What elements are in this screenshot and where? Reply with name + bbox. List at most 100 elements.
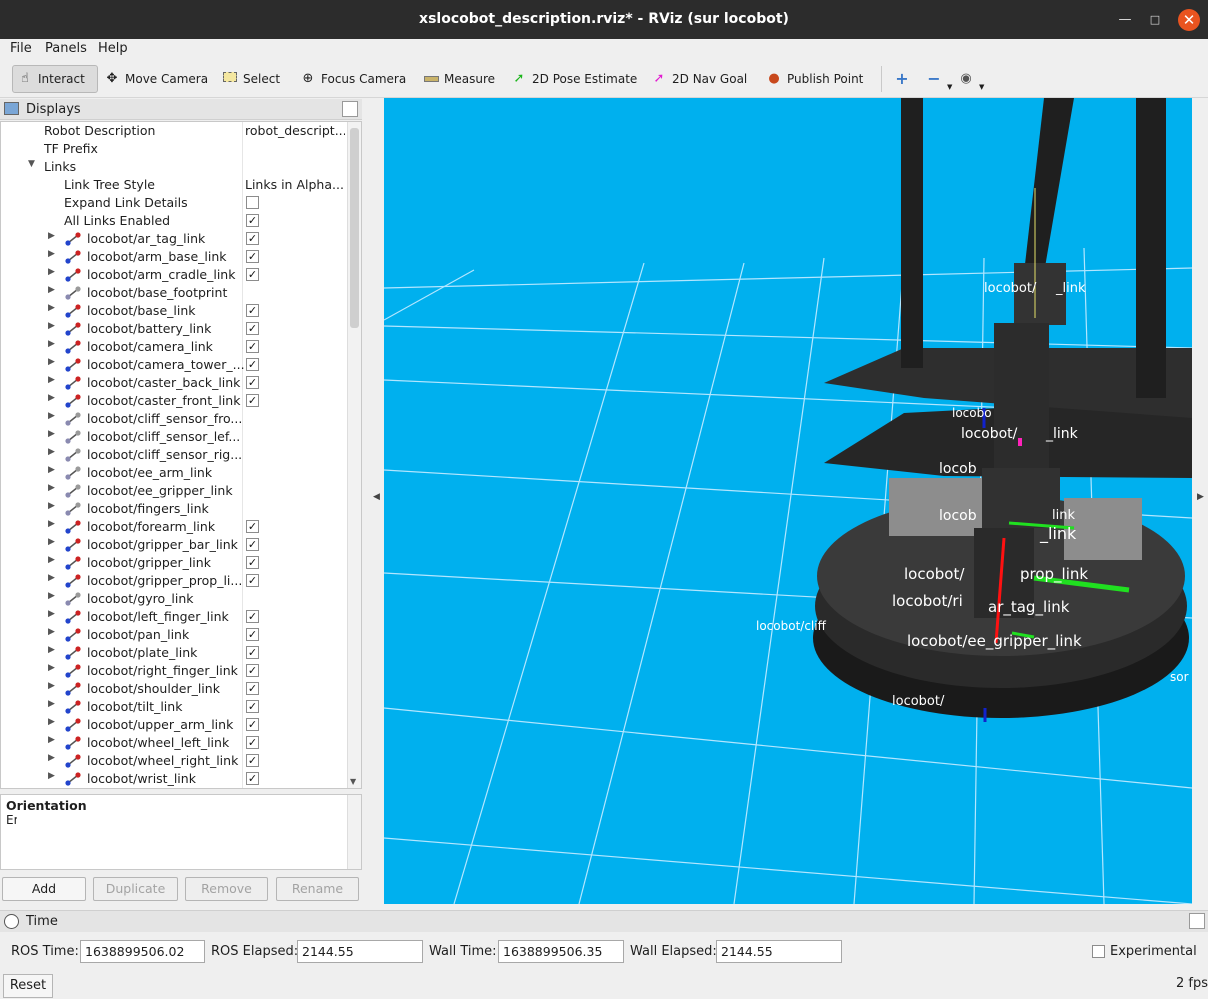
expand-arrow-icon[interactable]: ▶ (48, 267, 55, 277)
property-value[interactable]: Links in Alpha... (245, 177, 345, 192)
menu-file[interactable]: File (10, 41, 32, 56)
close-icon[interactable]: ✕ (1178, 9, 1200, 31)
expand-arrow-icon[interactable]: ▶ (48, 375, 55, 385)
expand-arrow-icon[interactable]: ▶ (48, 447, 55, 457)
property-row[interactable]: Expand Link Details (1, 194, 347, 212)
link-row[interactable]: ▶ locobot/camera_tower_... ✓ (1, 356, 347, 374)
expand-arrow-icon[interactable]: ▶ (48, 303, 55, 313)
select-tool[interactable]: Select (218, 65, 284, 93)
link-row[interactable]: ▶ locobot/caster_back_link ✓ (1, 374, 347, 392)
link-row[interactable]: ▶ locobot/arm_cradle_link ✓ (1, 266, 347, 284)
link-row[interactable]: ▶ locobot/base_link ✓ (1, 302, 347, 320)
link-row[interactable]: ▶ locobot/gyro_link (1, 590, 347, 608)
link-row[interactable]: ▶ locobot/gripper_prop_li... ✓ (1, 572, 347, 590)
link-row[interactable]: ▶ locobot/wheel_right_link ✓ (1, 752, 347, 770)
expand-arrow-icon[interactable]: ▶ (48, 735, 55, 745)
expand-arrow-icon[interactable]: ▶ (48, 573, 55, 583)
menu-help[interactable]: Help (98, 41, 128, 56)
link-enabled-checkbox[interactable]: ✓ (246, 520, 259, 533)
scrollbar-thumb[interactable] (350, 128, 359, 328)
link-enabled-checkbox[interactable]: ✓ (246, 232, 259, 245)
expand-arrow-icon[interactable]: ▶ (48, 609, 55, 619)
remove-tool-button[interactable]: − ▼ (922, 65, 956, 93)
expand-arrow-icon[interactable]: ▶ (48, 411, 55, 421)
move-camera-tool[interactable]: ✥ Move Camera (100, 65, 212, 93)
link-row[interactable]: ▶ locobot/arm_base_link ✓ (1, 248, 347, 266)
link-enabled-checkbox[interactable]: ✓ (246, 394, 259, 407)
expand-arrow-icon[interactable]: ▶ (48, 537, 55, 547)
link-row[interactable]: ▶ locobot/cliff_sensor_rig... (1, 446, 347, 464)
property-checkbox[interactable] (246, 196, 259, 209)
maximize-icon[interactable]: □ (1144, 9, 1166, 31)
link-row[interactable]: ▶ locobot/left_finger_link ✓ (1, 608, 347, 626)
expand-arrow-icon[interactable]: ▶ (48, 753, 55, 763)
link-row[interactable]: ▶ locobot/base_footprint (1, 284, 347, 302)
wall-time-field[interactable]: 1638899506.35 (498, 940, 624, 963)
expand-arrow-icon[interactable]: ▶ (48, 501, 55, 511)
expand-arrow-icon[interactable]: ▶ (48, 483, 55, 493)
views-button[interactable]: ◉ ▼ (954, 65, 988, 93)
description-scrollbar[interactable] (347, 795, 361, 869)
add-tool-button[interactable]: + (890, 65, 914, 93)
property-row[interactable]: All Links Enabled ✓ (1, 212, 347, 230)
link-row[interactable]: ▶ locobot/tilt_link ✓ (1, 698, 347, 716)
property-row[interactable]: ▼ Links (1, 158, 347, 176)
link-enabled-checkbox[interactable]: ✓ (246, 610, 259, 623)
wall-elapsed-field[interactable]: 2144.55 (716, 940, 842, 963)
property-row[interactable]: TF Prefix (1, 140, 347, 158)
ros-elapsed-field[interactable]: 2144.55 (297, 940, 423, 963)
expand-arrow-icon[interactable]: ▶ (48, 357, 55, 367)
render-viewport[interactable]: locobot/_link locobo locobot/_link locob lin… (384, 98, 1192, 904)
expand-arrow-icon[interactable]: ▶ (48, 339, 55, 349)
link-enabled-checkbox[interactable]: ✓ (246, 322, 259, 335)
measure-tool[interactable]: Measure (419, 65, 499, 93)
link-row[interactable]: ▶ locobot/shoulder_link ✓ (1, 680, 347, 698)
add-button[interactable]: Add (2, 877, 86, 901)
link-row[interactable]: ▶ locobot/upper_arm_link ✓ (1, 716, 347, 734)
link-row[interactable]: ▶ locobot/gripper_bar_link ✓ (1, 536, 347, 554)
property-row[interactable]: Robot Description robot_descript... (1, 122, 347, 140)
ros-time-field[interactable]: 1638899506.02 (80, 940, 205, 963)
menu-panels[interactable]: Panels (45, 41, 87, 56)
link-enabled-checkbox[interactable]: ✓ (246, 574, 259, 587)
expand-arrow-icon[interactable]: ▶ (48, 717, 55, 727)
publish-point-tool[interactable]: ● Publish Point (762, 65, 867, 93)
expand-arrow-icon[interactable]: ▶ (48, 591, 55, 601)
link-enabled-checkbox[interactable]: ✓ (246, 628, 259, 641)
link-enabled-checkbox[interactable]: ✓ (246, 754, 259, 767)
property-row[interactable]: Link Tree Style Links in Alpha... (1, 176, 347, 194)
expand-arrow-icon[interactable]: ▶ (48, 663, 55, 673)
link-row[interactable]: ▶ locobot/wheel_left_link ✓ (1, 734, 347, 752)
link-enabled-checkbox[interactable]: ✓ (246, 718, 259, 731)
link-enabled-checkbox[interactable]: ✓ (246, 556, 259, 569)
expand-arrow-icon[interactable]: ▶ (48, 285, 55, 295)
remove-button[interactable]: Remove (185, 877, 268, 901)
expand-arrow-icon[interactable]: ▶ (48, 429, 55, 439)
nav-goal-tool[interactable]: ➚ 2D Nav Goal (647, 65, 751, 93)
link-enabled-checkbox[interactable]: ✓ (246, 682, 259, 695)
link-enabled-checkbox[interactable]: ✓ (246, 646, 259, 659)
link-row[interactable]: ▶ locobot/caster_front_link ✓ (1, 392, 347, 410)
link-row[interactable]: ▶ locobot/ee_arm_link (1, 464, 347, 482)
link-row[interactable]: ▶ locobot/plate_link ✓ (1, 644, 347, 662)
link-row[interactable]: ▶ locobot/camera_link ✓ (1, 338, 347, 356)
link-row[interactable]: ▶ locobot/forearm_link ✓ (1, 518, 347, 536)
property-checkbox[interactable]: ✓ (246, 214, 259, 227)
focus-camera-tool[interactable]: ⊕ Focus Camera (296, 65, 410, 93)
expand-arrow-icon[interactable]: ▼ (28, 159, 35, 169)
expand-arrow-icon[interactable]: ▶ (48, 519, 55, 529)
link-row[interactable]: ▶ locobot/cliff_sensor_lef... (1, 428, 347, 446)
link-row[interactable]: ▶ locobot/wrist_link ✓ (1, 770, 347, 788)
interact-tool[interactable]: ☝ Interact (12, 65, 98, 93)
expand-arrow-icon[interactable]: ▶ (48, 465, 55, 475)
link-row[interactable]: ▶ locobot/ar_tag_link ✓ (1, 230, 347, 248)
link-enabled-checkbox[interactable]: ✓ (246, 250, 259, 263)
link-enabled-checkbox[interactable]: ✓ (246, 376, 259, 389)
link-enabled-checkbox[interactable]: ✓ (246, 268, 259, 281)
collapse-right-icon[interactable]: ▶ (1197, 492, 1204, 502)
rename-button[interactable]: Rename (276, 877, 359, 901)
expand-arrow-icon[interactable]: ▶ (48, 555, 55, 565)
expand-arrow-icon[interactable]: ▶ (48, 393, 55, 403)
link-enabled-checkbox[interactable]: ✓ (246, 664, 259, 677)
panel-float-button[interactable] (342, 101, 358, 117)
